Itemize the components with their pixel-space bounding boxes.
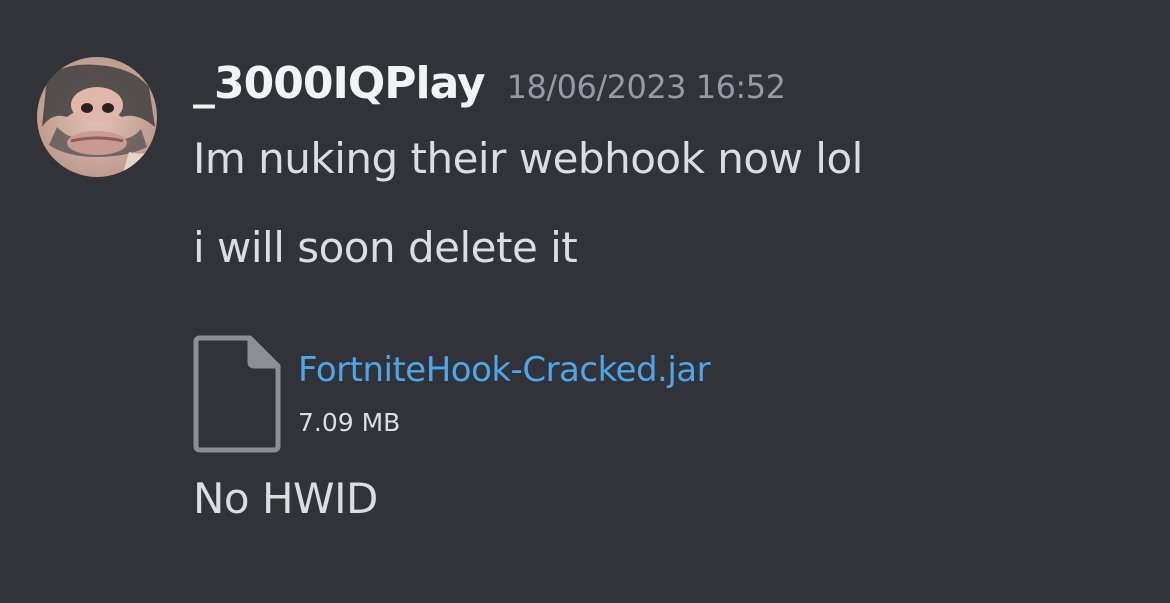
user-avatar[interactable] (37, 57, 157, 177)
message-line: Im nuking their webhook now lol (193, 134, 863, 183)
avatar-image (37, 57, 157, 177)
file-attachment: FortniteHook-Cracked.jar 7.09 MB (192, 334, 812, 456)
message-line: No HWID (193, 474, 378, 523)
message-header: _3000IQPlay 18/06/2023 16:52 (193, 58, 786, 122)
attachment-file-size: 7.09 MB (298, 408, 401, 437)
timestamp: 18/06/2023 16:52 (506, 68, 786, 106)
username[interactable]: _3000IQPlay (193, 58, 486, 109)
file-icon (192, 334, 282, 454)
chat-message: _3000IQPlay 18/06/2023 16:52 Im nuking th… (0, 0, 1170, 603)
attachment-file-name-link[interactable]: FortniteHook-Cracked.jar (298, 350, 711, 390)
message-line: i will soon delete it (193, 223, 578, 272)
